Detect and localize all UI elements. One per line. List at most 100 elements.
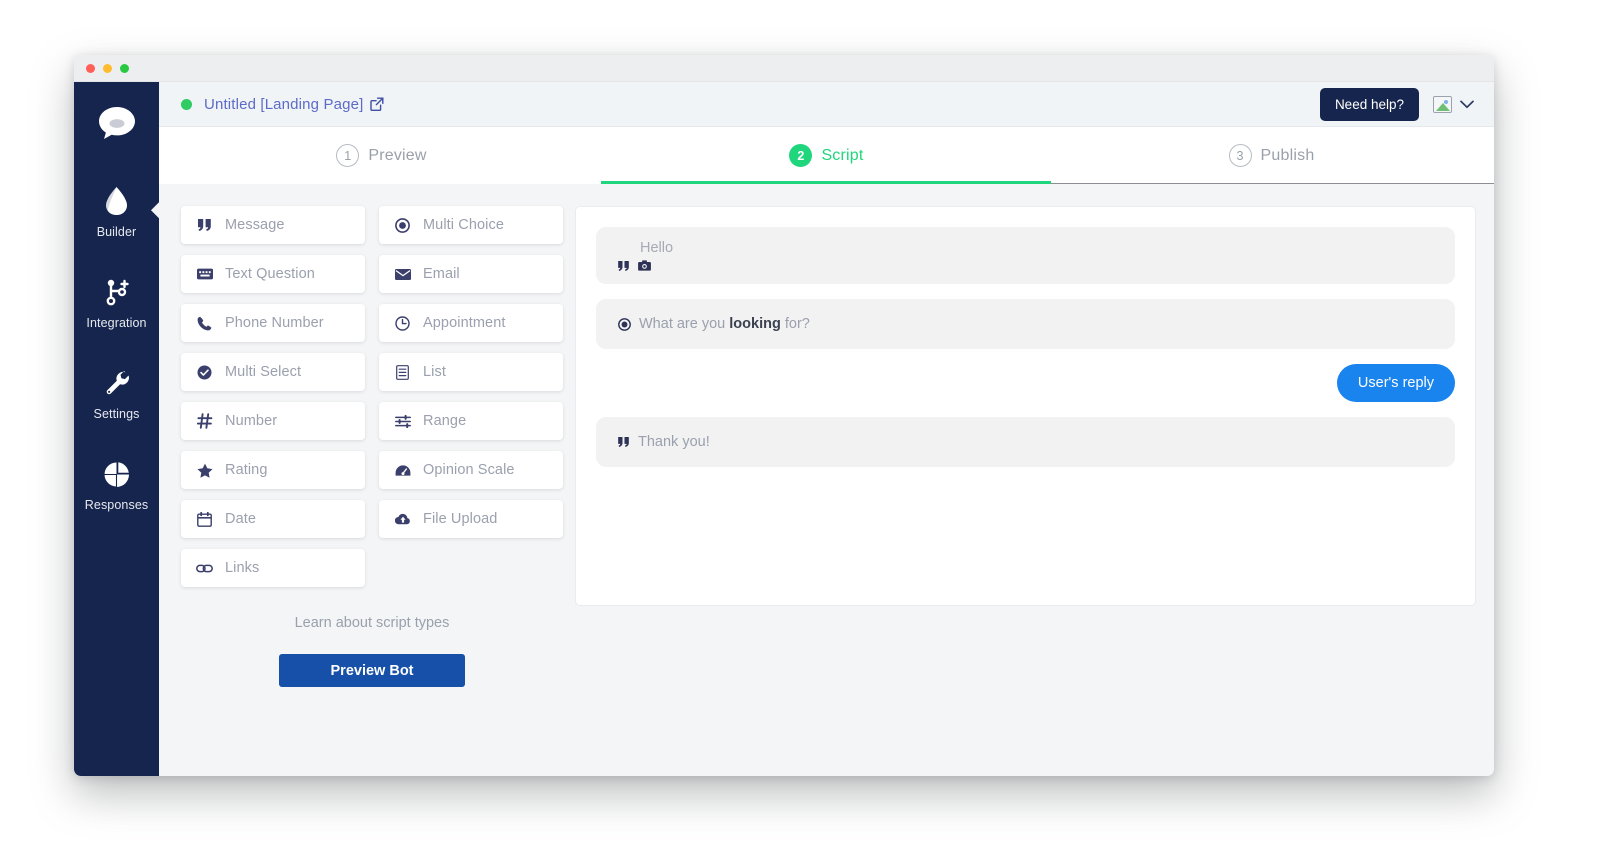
wizard-progress-bar — [159, 181, 1494, 184]
app-window: Builder Integration Settings Responses U… — [74, 55, 1494, 776]
script-message-row: What are you looking for? — [596, 299, 1455, 349]
script-type-label: Opinion Scale — [423, 462, 515, 478]
sidebar-label-integration: Integration — [86, 316, 147, 330]
script-type-label: File Upload — [423, 511, 498, 527]
script-type-phone-number[interactable]: Phone Number — [181, 304, 365, 342]
gauge-icon — [394, 464, 411, 477]
sidebar-item-responses[interactable]: Responses — [74, 447, 159, 522]
camera-icon[interactable] — [638, 260, 651, 271]
bot-question-text: What are you looking for? — [639, 316, 810, 332]
clock-icon — [394, 315, 411, 331]
tab-script[interactable]: 2 Script — [604, 144, 1049, 167]
sidebar-label-responses: Responses — [84, 498, 149, 512]
bot-message-thank-you[interactable]: Thank you! — [596, 417, 1455, 467]
cloud-upload-icon — [394, 513, 411, 526]
phone-icon — [196, 316, 213, 331]
bot-message-text: Thank you! — [638, 434, 710, 450]
script-type-appointment[interactable]: Appointment — [379, 304, 563, 342]
sidebar-label-settings: Settings — [93, 407, 140, 421]
script-type-opinion-scale[interactable]: Opinion Scale — [379, 451, 563, 489]
status-indicator-dot — [181, 98, 192, 110]
script-type-label: Rating — [225, 462, 268, 478]
script-types-panel: Message Multi Choice Text Question Email… — [171, 206, 563, 776]
broken-image-icon — [1433, 95, 1452, 113]
list-icon — [394, 364, 411, 380]
script-type-message[interactable]: Message — [181, 206, 365, 244]
envelope-icon — [394, 268, 411, 280]
page-title[interactable]: Untitled [Landing Page] — [204, 96, 363, 113]
script-type-multi-select[interactable]: Multi Select — [181, 353, 365, 391]
tab-number-publish: 3 — [1228, 144, 1252, 167]
script-canvas: Hello What are you looking for? User's r… — [575, 206, 1476, 606]
main-pane: Untitled [Landing Page] Need help? 1 Pre… — [159, 82, 1494, 776]
quote-icon[interactable] — [618, 260, 630, 271]
bot-question-multi-choice[interactable]: What are you looking for? — [596, 299, 1455, 349]
bot-message-text: Hello — [640, 240, 674, 256]
water-drop-icon — [104, 186, 129, 216]
preview-bot-button[interactable]: Preview Bot — [279, 654, 465, 687]
script-type-label: List — [423, 364, 446, 380]
sidebar-item-builder[interactable]: Builder — [74, 174, 159, 249]
radio-button-icon — [394, 217, 411, 233]
script-type-list[interactable]: List — [379, 353, 563, 391]
git-branch-plus-icon — [104, 277, 130, 307]
sidebar-item-integration[interactable]: Integration — [74, 265, 159, 340]
script-message-row: User's reply — [596, 364, 1455, 402]
brand-logo[interactable] — [74, 106, 159, 140]
tab-number-preview: 1 — [336, 144, 360, 167]
external-link-icon[interactable] — [370, 97, 384, 111]
quote-icon — [196, 219, 213, 231]
script-type-links[interactable]: Links — [181, 549, 365, 587]
sliders-icon — [394, 414, 411, 428]
tab-label-script: Script — [821, 146, 864, 164]
pie-chart-icon — [103, 459, 130, 489]
script-type-range[interactable]: Range — [379, 402, 563, 440]
script-type-label: Appointment — [423, 315, 506, 331]
script-type-file-upload[interactable]: File Upload — [379, 500, 563, 538]
script-type-label: Date — [225, 511, 257, 527]
script-message-row: Thank you! — [596, 417, 1455, 467]
window-maximize-button[interactable] — [120, 63, 129, 73]
top-bar: Untitled [Landing Page] Need help? — [159, 82, 1494, 127]
sidebar-item-settings[interactable]: Settings — [74, 356, 159, 431]
chat-bubble-icon — [98, 106, 136, 140]
user-reply-bubble[interactable]: User's reply — [1336, 364, 1455, 402]
script-type-label: Multi Select — [225, 364, 302, 380]
script-type-label: Message — [225, 217, 285, 233]
calendar-icon — [196, 511, 213, 527]
tab-label-publish: Publish — [1260, 146, 1315, 164]
chevron-down-icon — [1460, 100, 1474, 109]
progress-segment-before — [159, 181, 601, 184]
script-type-email[interactable]: Email — [379, 255, 563, 293]
tab-publish[interactable]: 3 Publish — [1049, 144, 1494, 167]
app-body: Builder Integration Settings Responses U… — [74, 82, 1494, 776]
progress-segment-active — [601, 181, 1051, 184]
link-icon — [196, 564, 213, 573]
script-type-label: Range — [423, 413, 467, 429]
bot-message-icons — [618, 260, 1433, 271]
tab-number-script: 2 — [789, 144, 813, 167]
content-area: Message Multi Choice Text Question Email… — [159, 184, 1494, 776]
star-icon — [196, 463, 213, 478]
learn-about-script-types-link[interactable]: Learn about script types — [181, 615, 563, 631]
progress-segment-remaining — [1051, 183, 1494, 184]
account-menu[interactable] — [1433, 95, 1474, 113]
window-close-button[interactable] — [86, 63, 95, 73]
bot-message-hello[interactable]: Hello — [596, 227, 1455, 284]
quote-icon — [618, 437, 630, 447]
hash-icon — [196, 413, 213, 429]
wizard-tabs: 1 Preview 2 Script 3 Publish — [159, 127, 1494, 184]
tab-preview[interactable]: 1 Preview — [159, 144, 604, 167]
script-type-multi-choice[interactable]: Multi Choice — [379, 206, 563, 244]
script-type-date[interactable]: Date — [181, 500, 365, 538]
script-type-number[interactable]: Number — [181, 402, 365, 440]
script-type-label: Email — [423, 266, 460, 282]
radio-button-icon — [618, 317, 631, 331]
window-minimize-button[interactable] — [103, 63, 112, 73]
need-help-button[interactable]: Need help? — [1319, 87, 1419, 121]
script-type-text-question[interactable]: Text Question — [181, 255, 365, 293]
bot-question-content: What are you looking for? — [618, 316, 1433, 332]
script-message-row: Hello — [596, 227, 1455, 284]
window-titlebar — [74, 55, 1494, 82]
script-type-rating[interactable]: Rating — [181, 451, 365, 489]
